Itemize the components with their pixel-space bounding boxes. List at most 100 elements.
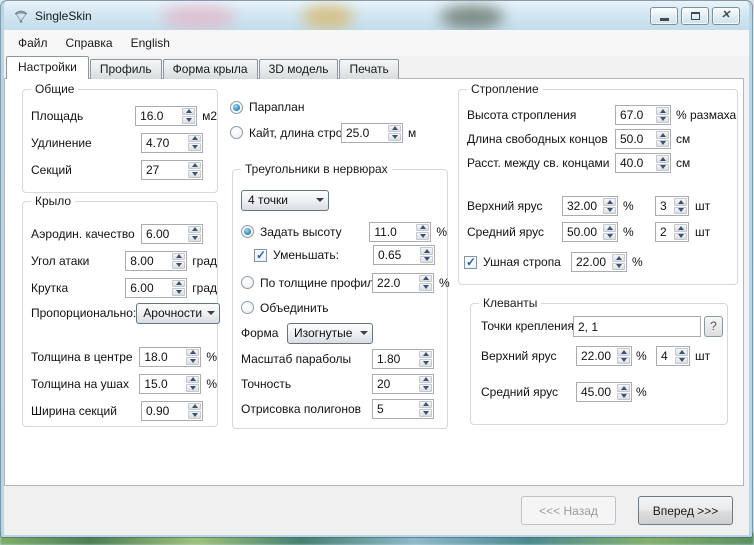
forward-button[interactable]: Вперед >>> xyxy=(638,496,733,525)
spinner-down-button[interactable] xyxy=(419,359,432,367)
menu-file[interactable]: Файл xyxy=(9,32,57,54)
menu-help[interactable]: Справка xyxy=(57,32,122,54)
spinner-down-button[interactable] xyxy=(419,384,432,392)
sections-value[interactable]: 27 xyxy=(142,161,187,179)
spinner-up-button[interactable] xyxy=(388,125,401,133)
spinner-down-button[interactable] xyxy=(656,140,669,148)
brakes-mid-tier-value[interactable]: 45.00 xyxy=(577,383,616,401)
spinner-up-button[interactable] xyxy=(674,224,687,232)
area-value[interactable]: 16.0 xyxy=(136,107,181,125)
kite-radio[interactable] xyxy=(230,126,243,139)
spinner-down-button[interactable] xyxy=(674,207,687,215)
set-height-value[interactable]: 11.0 xyxy=(370,223,415,241)
spinner-up-button[interactable] xyxy=(172,280,185,288)
titlebar[interactable]: SingleSkin xyxy=(4,1,749,30)
spinner-up-button[interactable] xyxy=(675,348,688,356)
spinner-up-button[interactable] xyxy=(188,403,201,411)
spinner-down-button[interactable] xyxy=(603,207,616,215)
ear-line-checkbox[interactable] xyxy=(464,256,477,269)
by-thickness-value[interactable]: 22.0 xyxy=(373,274,418,292)
spinner-up-button[interactable] xyxy=(172,253,185,261)
spinner-down-button[interactable] xyxy=(188,234,201,242)
menu-english[interactable]: English xyxy=(122,32,179,54)
precision-value[interactable]: 20 xyxy=(373,375,418,393)
spinner-down-button[interactable] xyxy=(674,233,687,241)
spinner-down-button[interactable] xyxy=(656,116,669,124)
parabola-scale-value[interactable]: 1.80 xyxy=(373,350,418,368)
spinner-down-button[interactable] xyxy=(182,116,195,124)
aoa-value[interactable]: 8.00 xyxy=(126,252,171,270)
spinner-down-button[interactable] xyxy=(656,164,669,172)
lines-top-tier-count-value[interactable]: 3 xyxy=(656,197,673,215)
aspect-value[interactable]: 4.70 xyxy=(142,134,187,152)
proportional-select[interactable]: Арочности xyxy=(136,303,220,324)
by-thickness-radio[interactable] xyxy=(241,276,254,289)
spinner-down-button[interactable] xyxy=(186,384,199,392)
spinner-down-button[interactable] xyxy=(675,357,688,365)
spinner-up-button[interactable] xyxy=(416,224,429,232)
spinner-down-button[interactable] xyxy=(603,233,616,241)
shape-select[interactable]: Изогнутые xyxy=(287,323,373,344)
lines-mid-tier-value[interactable]: 50.00 xyxy=(563,223,602,241)
spinner-up-button[interactable] xyxy=(674,198,687,206)
spinner-down-button[interactable] xyxy=(419,283,432,291)
kite-line-length-value[interactable]: 25.0 xyxy=(342,124,387,142)
spinner-up-button[interactable] xyxy=(186,349,199,357)
spinner-down-button[interactable] xyxy=(617,393,630,401)
spinner-down-button[interactable] xyxy=(612,263,625,271)
tab-wing-shape[interactable]: Форма крыла xyxy=(163,59,258,79)
decrease-checkbox[interactable] xyxy=(254,249,267,262)
spinner-up-button[interactable] xyxy=(656,155,669,163)
spinner-up-button[interactable] xyxy=(182,108,195,116)
spinner-up-button[interactable] xyxy=(419,401,432,409)
spinner-down-button[interactable] xyxy=(420,256,433,264)
spinner-up-button[interactable] xyxy=(188,135,201,143)
spinner-up-button[interactable] xyxy=(617,384,630,392)
set-height-radio[interactable] xyxy=(241,225,254,238)
spinner-up-button[interactable] xyxy=(656,131,669,139)
ear-line-value[interactable]: 22.00 xyxy=(572,253,611,271)
brakes-top-tier-count-value[interactable]: 4 xyxy=(657,347,674,365)
paraglider-radio[interactable] xyxy=(230,101,243,114)
spinner-down-button[interactable] xyxy=(388,133,401,141)
spinner-up-button[interactable] xyxy=(617,348,630,356)
spinner-up-button[interactable] xyxy=(603,224,616,232)
close-button[interactable] xyxy=(712,7,740,25)
spinner-down-button[interactable] xyxy=(172,261,185,269)
spinner-down-button[interactable] xyxy=(188,143,201,151)
spinner-down-button[interactable] xyxy=(416,232,429,240)
spinner-down-button[interactable] xyxy=(172,288,185,296)
spinner-down-button[interactable] xyxy=(617,357,630,365)
attach-points-help-button[interactable]: ? xyxy=(704,316,723,337)
spinner-up-button[interactable] xyxy=(188,226,201,234)
maximize-button[interactable] xyxy=(681,7,709,25)
spinner-down-button[interactable] xyxy=(188,411,201,419)
points-select[interactable]: 4 точки xyxy=(241,190,329,211)
spinner-down-button[interactable] xyxy=(186,357,199,365)
spinner-up-button[interactable] xyxy=(186,376,199,384)
twist-value[interactable]: 6.00 xyxy=(126,279,171,297)
riser-distance-value[interactable]: 40.0 xyxy=(616,154,655,172)
tab-settings[interactable]: Настройки xyxy=(6,56,89,79)
spinner-down-button[interactable] xyxy=(188,170,201,178)
spinner-down-button[interactable] xyxy=(419,409,432,417)
tab-profile[interactable]: Профиль xyxy=(90,59,162,79)
minimize-button[interactable] xyxy=(650,7,678,25)
spinner-up-button[interactable] xyxy=(419,376,432,384)
spinner-up-button[interactable] xyxy=(419,275,432,283)
spinner-up-button[interactable] xyxy=(419,351,432,359)
attach-points-input[interactable]: 2, 1 xyxy=(573,316,701,337)
spinner-up-button[interactable] xyxy=(188,162,201,170)
spinner-up-button[interactable] xyxy=(420,247,433,255)
section-width-value[interactable]: 0.90 xyxy=(142,402,187,420)
brakes-top-tier-value[interactable]: 22.00 xyxy=(577,347,616,365)
tab-print[interactable]: Печать xyxy=(339,59,398,79)
center-thickness-value[interactable]: 18.0 xyxy=(140,348,185,366)
back-button[interactable]: <<< Назад xyxy=(521,496,616,525)
decrease-value[interactable]: 0.65 xyxy=(374,246,419,264)
glide-value[interactable]: 6.00 xyxy=(142,225,187,243)
lines-mid-tier-count-value[interactable]: 2 xyxy=(656,223,673,241)
merge-radio[interactable] xyxy=(241,301,254,314)
lines-height-value[interactable]: 67.0 xyxy=(616,106,655,124)
tip-thickness-value[interactable]: 15.0 xyxy=(140,375,185,393)
